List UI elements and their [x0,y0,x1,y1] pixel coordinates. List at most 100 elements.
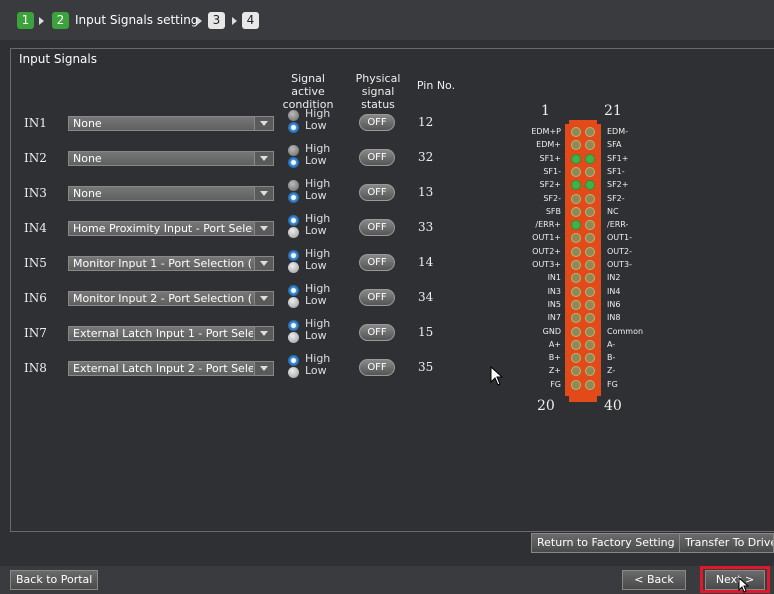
function-select-value: Home Proximity Input - Port Selec [73,222,253,235]
back-to-portal-button[interactable]: Back to Portal [10,570,99,590]
active-low-label: Low [305,154,327,167]
connector-bottom-cap [569,394,597,402]
connector-pin [571,326,581,337]
pin-number: 13 [418,185,434,199]
active-low-radio[interactable] [288,367,299,378]
connector-pin-label: SF1- [607,166,625,176]
connector-pin [571,166,581,177]
connector-pin-label: IN4 [607,286,621,296]
function-select[interactable]: None [68,151,274,166]
connector-pin [571,299,581,310]
active-high-radio[interactable] [288,215,299,226]
input-label: IN1 [24,116,47,130]
active-low-radio[interactable] [288,122,299,133]
connector-pin [571,379,581,390]
pin-number: 12 [418,115,434,129]
connector-pin-label: /ERR- [607,220,629,230]
connector-pin-label: Common [607,326,644,336]
active-high-radio[interactable] [288,180,299,191]
pin-number: 15 [418,325,434,339]
chevron-down-icon[interactable] [254,292,273,305]
mouse-pointer-icon [490,366,504,386]
pin-number: 35 [418,360,434,374]
connector-pin-label: FG [550,379,561,389]
connector-pin-label: OUT3+ [532,260,561,269]
connector-pin-label: B- [607,353,616,363]
connector-pin-label: NC [607,206,619,216]
wizard-stepper: 1 2 Input Signals setting 3 4 [0,0,774,40]
active-high-radio[interactable] [288,145,299,156]
active-low-label: Low [305,259,327,272]
input-label: IN6 [24,291,47,305]
function-select-value: None [73,117,102,130]
panel-title: Input Signals [16,52,100,66]
step-4-badge[interactable]: 4 [242,12,259,29]
function-select[interactable]: None [68,116,274,131]
back-button[interactable]: < Back [622,570,686,590]
active-low-radio[interactable] [288,332,299,343]
connector-pin-label: SF2+ [539,180,561,190]
active-low-radio[interactable] [288,157,299,168]
mouse-pointer-icon [738,577,750,593]
input-label: IN8 [24,361,47,375]
pin-number: 33 [418,220,434,234]
function-select[interactable]: Monitor Input 2 - Port Selection (N [68,291,274,306]
connector-pin-label: OUT1- [607,233,633,243]
chevron-down-icon[interactable] [254,152,273,165]
active-high-radio[interactable] [288,250,299,261]
physical-status-indicator: OFF [359,219,395,236]
function-select[interactable]: External Latch Input 1 - Port Selec [68,326,274,341]
connector-pin [585,379,595,390]
chevron-down-icon[interactable] [254,222,273,235]
function-select[interactable]: Monitor Input 1 - Port Selection (N [68,256,274,271]
active-low-radio[interactable] [288,192,299,203]
connector-pin-label: /ERR+ [535,220,561,230]
active-high-radio[interactable] [288,285,299,296]
transfer-to-drive-button[interactable]: Transfer To Drive [679,533,774,553]
connector-pin-label: GND [542,326,561,336]
physical-status-indicator: OFF [359,254,395,271]
input-label: IN7 [24,326,47,340]
return-to-factory-setting-button[interactable]: Return to Factory Setting [531,533,681,553]
connector-pin [585,127,595,137]
connector-pin-21-label: 21 [604,103,622,119]
chevron-right-icon [232,17,237,25]
active-low-radio[interactable] [288,297,299,308]
active-low-label: Low [305,189,327,202]
step-2-badge[interactable]: 2 [52,12,69,29]
function-select-value: External Latch Input 1 - Port Selec [73,327,253,340]
connector-pin-label: IN1 [547,273,561,283]
input-label: IN2 [24,151,47,165]
active-low-radio[interactable] [288,262,299,273]
chevron-down-icon[interactable] [254,327,273,340]
active-high-radio[interactable] [288,110,299,121]
active-low-radio[interactable] [288,227,299,238]
function-select[interactable]: Home Proximity Input - Port Selec [68,221,274,236]
connector-pin-label: OUT3- [607,260,633,269]
chevron-down-icon[interactable] [254,117,273,130]
connector-pin-label: EDM+ [536,140,561,150]
connector-pin [585,299,595,310]
function-select[interactable]: None [68,186,274,201]
physical-status-indicator: OFF [359,114,395,131]
function-select-value: External Latch Input 2 - Port Selec [73,362,253,375]
connector-pin-label: A- [607,339,616,349]
step-3-badge[interactable]: 3 [208,12,225,29]
connector-pin [585,193,595,204]
chevron-down-icon[interactable] [254,257,273,270]
connector-pin [585,339,595,350]
active-high-radio[interactable] [288,320,299,331]
active-low-label: Low [305,329,327,342]
active-low-label: Low [305,119,327,132]
step-1-badge[interactable]: 1 [17,12,34,29]
connector-pin [571,206,581,217]
connector-pin-label: IN5 [547,299,561,309]
chevron-right-icon [197,17,202,25]
connector-pin [585,246,595,257]
active-high-radio[interactable] [288,355,299,366]
function-select[interactable]: External Latch Input 2 - Port Selec [68,361,274,376]
function-select-value: None [73,152,102,165]
chevron-down-icon[interactable] [254,187,273,200]
chevron-down-icon[interactable] [254,362,273,375]
connector-pin [585,153,595,164]
